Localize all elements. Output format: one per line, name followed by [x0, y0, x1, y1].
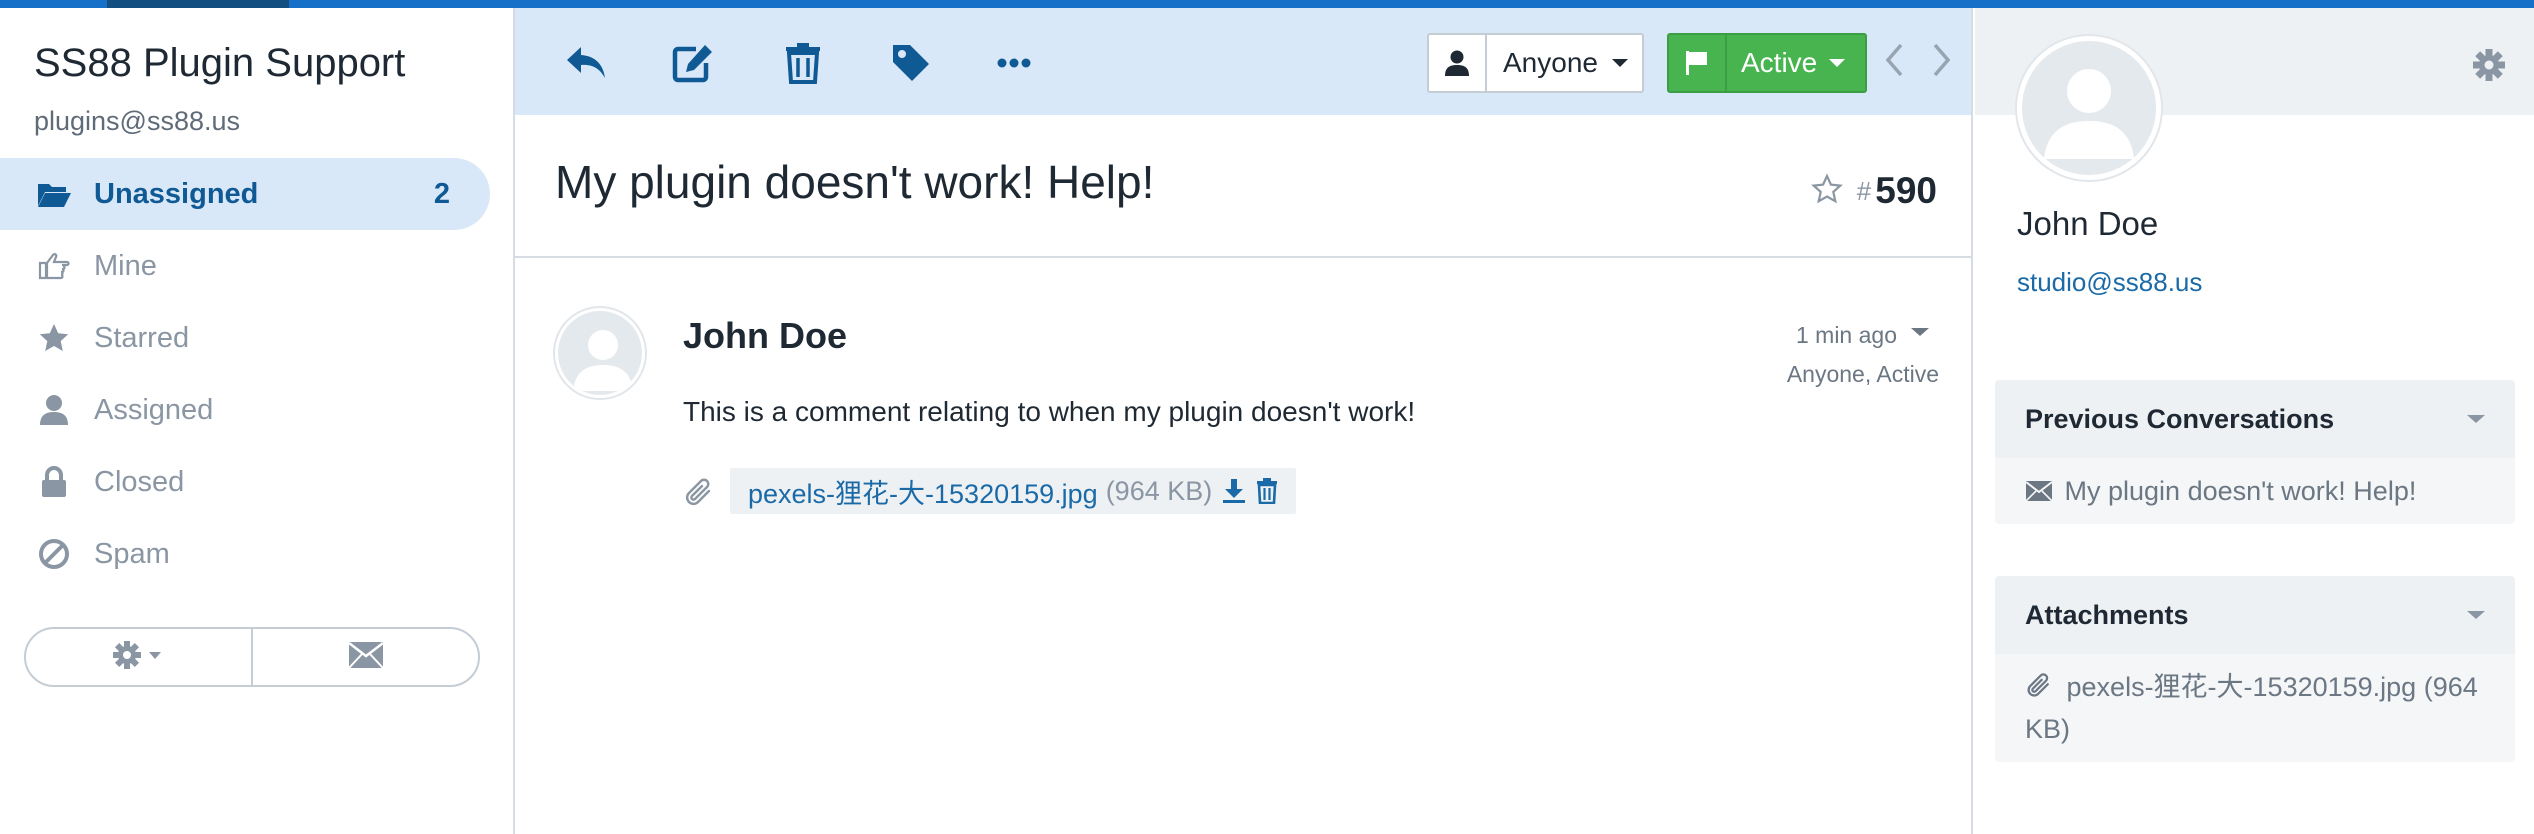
customer-panel: John Doe studio@ss88.us Previous Convers…: [1975, 8, 2534, 834]
top-accent-segment: [107, 0, 289, 8]
conversation-number: # 590: [1810, 170, 1937, 212]
attachment-filename[interactable]: pexels-狸花-大-15320159.jpg: [748, 472, 1098, 511]
thread-time: 1 min ago: [1795, 322, 1897, 348]
mailbox-name[interactable]: SS88 Plugin Support: [34, 41, 405, 86]
caret-down-icon: [1611, 59, 1628, 67]
user-icon: [1429, 35, 1487, 91]
thread-meta: Anyone, Active: [1786, 361, 1939, 387]
conversation-subject: My plugin doesn't work! Help!: [555, 156, 1155, 208]
sidebar-actions: [24, 627, 480, 687]
previous-conversation-item[interactable]: My plugin doesn't work! Help!: [1995, 458, 2515, 524]
customer-avatar: [2017, 36, 2161, 180]
number-value: 590: [1875, 170, 1937, 211]
caret-down-icon[interactable]: [1911, 324, 1929, 342]
attachments-header[interactable]: Attachments: [1995, 576, 2515, 654]
gear-icon[interactable]: [2472, 48, 2506, 87]
folder-label: Spam: [94, 537, 170, 570]
trash-icon[interactable]: [778, 38, 828, 88]
attachments-card: Attachments pexels-狸花-大-15320159.jpg (96…: [1995, 576, 2515, 762]
trash-icon[interactable]: [1256, 478, 1278, 504]
reply-icon[interactable]: [561, 38, 611, 88]
star-icon: [34, 318, 74, 358]
conversation-toolbar: Anyone Active: [515, 8, 1971, 115]
flag-icon: [1669, 35, 1727, 91]
number-hash: #: [1856, 175, 1872, 206]
folder-label: Closed: [94, 465, 185, 498]
assignee-label: Anyone: [1503, 47, 1598, 78]
envelope-icon: [2025, 481, 2053, 502]
chevron-right-icon[interactable]: [1931, 42, 1953, 82]
status-label: Active: [1741, 47, 1818, 78]
ban-icon: [34, 534, 74, 574]
paperclip-icon: [683, 477, 715, 514]
user-icon: [34, 390, 74, 430]
customer-email[interactable]: studio@ss88.us: [2017, 267, 2202, 298]
folder-assigned[interactable]: Assigned: [0, 374, 490, 446]
attachment-size: (964 KB): [1105, 475, 1213, 506]
download-icon[interactable]: [1222, 478, 1246, 504]
caret-down-icon: [1829, 59, 1846, 67]
folder-mine[interactable]: Mine: [0, 230, 490, 302]
avatar: [555, 308, 645, 398]
tag-icon[interactable]: [886, 38, 936, 88]
folder-list: Unassigned 2 Mine Starred Assigned Close…: [0, 158, 490, 590]
caret-down-icon: [2467, 611, 2485, 619]
top-accent-bar: [0, 0, 2534, 8]
attachment-item-label: pexels-狸花-大-15320159.jpg (964 KB): [2025, 672, 2478, 744]
folder-count: 2: [433, 177, 450, 210]
mailbox-email: plugins@ss88.us: [34, 106, 241, 136]
star-outline-icon[interactable]: [1810, 172, 1843, 210]
conversation-header: My plugin doesn't work! Help! # 590: [515, 115, 1971, 258]
previous-conversation-subject: My plugin doesn't work! Help!: [2064, 476, 2417, 506]
conversation-navigation: [1883, 42, 1953, 82]
folder-label: Assigned: [94, 393, 214, 426]
caret-down-icon: [2467, 415, 2485, 423]
hand-point-right-icon: [34, 246, 74, 286]
assignee-dropdown[interactable]: Anyone: [1427, 33, 1644, 93]
chevron-left-icon[interactable]: [1883, 42, 1905, 82]
envelope-icon: [347, 641, 384, 674]
folder-label: Mine: [94, 249, 157, 282]
folder-open-icon: [34, 174, 74, 214]
edit-icon[interactable]: [668, 38, 718, 88]
status-dropdown[interactable]: Active: [1667, 33, 1867, 93]
customer-name: John Doe: [2017, 205, 2159, 242]
compose-button[interactable]: [251, 629, 478, 685]
sidebar: SS88 Plugin Support plugins@ss88.us Unas…: [0, 8, 513, 834]
lock-icon: [34, 462, 74, 502]
previous-conversations-header[interactable]: Previous Conversations: [1995, 380, 2515, 458]
attachment-item[interactable]: pexels-狸花-大-15320159.jpg (964 KB): [1995, 654, 2515, 762]
folder-label: Unassigned: [94, 177, 259, 210]
mailbox-settings-button[interactable]: [26, 629, 251, 685]
thread-body: This is a comment relating to when my pl…: [683, 396, 1416, 427]
paperclip-icon: [2027, 673, 2049, 697]
attachment-chip: pexels-狸花-大-15320159.jpg (964 KB): [730, 468, 1297, 514]
gear-dropdown-icon: [111, 639, 167, 676]
folder-label: Starred: [94, 321, 190, 354]
more-icon[interactable]: [989, 38, 1039, 88]
folder-spam[interactable]: Spam: [0, 518, 490, 590]
card-title: Attachments: [2025, 599, 2189, 630]
previous-conversations-card: Previous Conversations My plugin doesn't…: [1995, 380, 2515, 524]
conversation-main: Anyone Active My plugin doesn't work! He…: [513, 8, 1973, 834]
folder-closed[interactable]: Closed: [0, 446, 490, 518]
folder-unassigned[interactable]: Unassigned 2: [0, 158, 490, 230]
thread-author[interactable]: John Doe: [683, 315, 847, 357]
folder-starred[interactable]: Starred: [0, 302, 490, 374]
card-title: Previous Conversations: [2025, 403, 2335, 434]
